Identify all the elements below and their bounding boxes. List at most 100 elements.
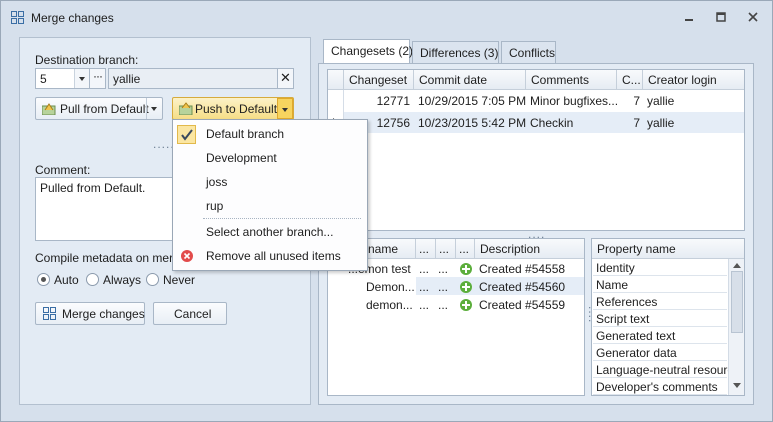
scroll-down-icon[interactable]: [733, 383, 741, 388]
item-name-cell: Demon...: [366, 280, 415, 294]
close-icon[interactable]: [745, 9, 761, 25]
menu-item-label: Select another branch...: [206, 225, 334, 239]
chevron-down-icon[interactable]: [74, 69, 89, 88]
menu-item-label: Default branch: [206, 127, 285, 141]
column-header-property-name[interactable]: Property name: [592, 239, 744, 259]
property-grid[interactable]: Property name Identity Name References S…: [591, 238, 745, 396]
merge-changes-window: Merge changes Destination branch: 5 ··· …: [0, 0, 773, 422]
comments-cell: Minor bugfixes...: [530, 94, 617, 108]
column-header-changeset[interactable]: Changeset: [344, 70, 414, 90]
pull-button-label: Pull from Default: [60, 102, 149, 116]
row-indicator-header: [328, 70, 344, 90]
column-header-col3[interactable]: ...: [456, 239, 475, 259]
destination-branch-label: Destination branch:: [35, 53, 139, 67]
tab-differences[interactable]: Differences (3): [412, 41, 499, 63]
creator-login-cell: yallie: [647, 94, 675, 108]
scroll-thumb[interactable]: [731, 271, 743, 333]
property-item[interactable]: Generator data: [593, 344, 727, 361]
item-c1-cell: ...: [419, 280, 430, 294]
app-icon: [11, 11, 24, 24]
count-cell: 7: [633, 94, 640, 108]
column-header-creator-login[interactable]: Creator login: [643, 70, 744, 90]
commit-date-cell: 10/29/2015 7:05 PM: [418, 94, 526, 108]
merge-button-label: Merge changes: [62, 307, 145, 321]
property-item[interactable]: Generated text: [593, 327, 727, 344]
tab-changesets-label: Changesets (2): [331, 44, 414, 58]
commit-date-cell: 10/23/2015 5:42 PM: [418, 116, 526, 130]
scroll-up-icon[interactable]: [733, 263, 741, 268]
item-c2-cell: ...: [438, 298, 449, 312]
branch-number-value: 5: [40, 72, 47, 86]
menu-item-development[interactable]: Development: [173, 146, 367, 170]
menu-item-rup[interactable]: rup: [173, 194, 367, 218]
created-icon: [460, 263, 472, 275]
property-item[interactable]: Language-neutral resource: [593, 361, 740, 378]
clear-branch-icon[interactable]: ✕: [277, 68, 294, 89]
column-header-commit-date[interactable]: Commit date: [414, 70, 526, 90]
menu-item-label: rup: [206, 199, 224, 213]
created-icon: [460, 299, 472, 311]
item-c1-cell: ...: [419, 298, 430, 312]
comment-text: Pulled from Default.: [40, 181, 146, 195]
maximize-icon[interactable]: [713, 9, 729, 25]
item-c2-cell: ...: [438, 262, 449, 276]
menu-item-remove-unused[interactable]: Remove all unused items: [173, 244, 367, 268]
tab-changesets[interactable]: Changesets (2): [323, 39, 414, 64]
column-header-description[interactable]: Description: [475, 239, 584, 259]
pull-icon: [41, 102, 56, 118]
title-bar: Merge changes: [1, 1, 772, 33]
changeset-cell: 12771: [376, 94, 410, 108]
property-item[interactable]: References: [593, 293, 727, 310]
property-item[interactable]: Script text: [593, 310, 727, 327]
menu-separator: [203, 218, 361, 219]
tab-conflicts[interactable]: Conflicts: [501, 41, 556, 63]
push-to-default-button[interactable]: Push to Default: [172, 97, 294, 120]
menu-item-joss[interactable]: joss: [173, 170, 367, 194]
item-description-cell: Created #54560: [479, 280, 566, 294]
branch-name-value: yallie: [113, 72, 141, 86]
menu-item-label: joss: [206, 175, 228, 189]
minimize-icon[interactable]: [681, 9, 697, 25]
push-button-label: Push to Default: [195, 102, 278, 116]
cancel-button-label: Cancel: [174, 307, 212, 321]
radio-never[interactable]: [146, 273, 159, 286]
pull-from-default-button[interactable]: Pull from Default: [35, 97, 163, 120]
compile-metadata-label: Compile metadata on merge: [35, 251, 187, 265]
menu-item-label: Development: [206, 151, 277, 165]
radio-always[interactable]: [86, 273, 99, 286]
radio-auto[interactable]: [37, 273, 50, 286]
item-description-cell: Created #54559: [479, 298, 566, 312]
vertical-scrollbar[interactable]: [728, 259, 744, 395]
changesets-grid[interactable]: Changeset Commit date Comments C... Crea…: [327, 69, 745, 231]
count-cell: 7: [633, 116, 640, 130]
menu-item-label: Remove all unused items: [206, 249, 341, 263]
created-icon: [460, 281, 472, 293]
item-c2-cell: ...: [438, 280, 449, 294]
column-header-count[interactable]: C...: [617, 70, 643, 90]
item-description-cell: Created #54558: [479, 262, 566, 276]
menu-item-select-another-branch[interactable]: Select another branch...: [173, 220, 367, 244]
menu-item-default-branch[interactable]: Default branch: [173, 122, 367, 146]
tab-conflicts-label: Conflicts: [509, 46, 556, 60]
item-c1-cell: ...: [419, 262, 430, 276]
column-header-col2[interactable]: ...: [436, 239, 456, 259]
radio-auto-label: Auto: [54, 273, 79, 287]
browse-branch-button[interactable]: ···: [89, 68, 106, 89]
comment-label: Comment:: [35, 163, 91, 177]
row-indicator[interactable]: [328, 90, 344, 112]
push-dropdown-arrow[interactable]: [277, 98, 293, 119]
remove-icon: [181, 250, 193, 265]
radio-always-label: Always: [103, 273, 142, 287]
property-item[interactable]: Identity: [593, 259, 727, 276]
branch-number-combo[interactable]: 5: [35, 68, 90, 89]
pull-dropdown-arrow[interactable]: [146, 98, 162, 119]
property-item[interactable]: Name: [593, 276, 727, 293]
window-title: Merge changes: [31, 11, 114, 25]
column-header-col1[interactable]: ...: [416, 239, 436, 259]
branch-name-field[interactable]: yallie ✕: [108, 68, 294, 89]
property-item[interactable]: Developer's comments: [593, 378, 727, 395]
merge-changes-button[interactable]: Merge changes: [35, 302, 145, 325]
column-header-comments[interactable]: Comments: [526, 70, 617, 90]
tab-differences-label: Differences (3): [420, 46, 499, 60]
cancel-button[interactable]: Cancel: [153, 302, 227, 325]
